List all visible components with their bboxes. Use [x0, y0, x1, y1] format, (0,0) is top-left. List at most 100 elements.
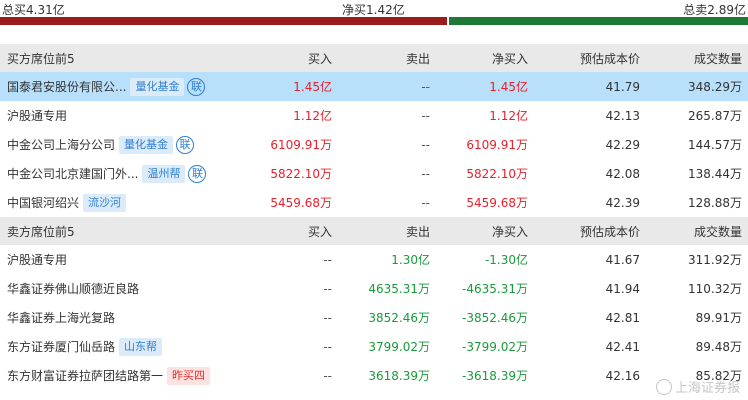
buy-value: --: [323, 339, 332, 354]
summary-bar: 总买4.31亿 净买1.42亿 总卖2.89亿: [0, 0, 748, 26]
header-buy-seats: 买方席位前5: [0, 44, 228, 72]
header-cost: 预估成本价: [534, 44, 646, 72]
buy-value: 1.45亿: [228, 72, 338, 101]
volume-value: 89.48万: [695, 340, 742, 354]
seat-tag[interactable]: 山东帮: [119, 337, 163, 356]
volume-value: 265.87万: [688, 109, 742, 123]
header-volume: 成交数量: [646, 44, 748, 72]
seat-tag[interactable]: 温州帮: [142, 164, 186, 183]
net-buy-label: 净买1.42亿: [342, 3, 405, 17]
sell-value: --: [421, 195, 430, 210]
sell-value: --: [338, 72, 436, 101]
buy-value: --: [323, 252, 332, 267]
seat-tag[interactable]: 流沙河: [83, 193, 127, 212]
linked-seat-icon[interactable]: 联: [176, 135, 195, 154]
sell-section-header: 卖方席位前5 买入 卖出 净买入 预估成本价 成交数量: [0, 217, 748, 245]
buy-value: --: [323, 310, 332, 325]
cost-value: 42.13: [605, 108, 640, 123]
table-row[interactable]: 华鑫证券上海光复路 -- 3852.46万 -3852.46万 42.81 89…: [0, 303, 748, 332]
sell-value: 3618.39万: [368, 369, 430, 383]
seat-tag[interactable]: 量化基金: [130, 77, 185, 96]
sell-value: 3799.02万: [368, 340, 430, 354]
header-sell-seats: 卖方席位前5: [0, 217, 228, 245]
volume-value: 89.91万: [695, 311, 742, 325]
linked-seat-icon[interactable]: 联: [187, 77, 206, 96]
net-value: -3618.39万: [462, 369, 528, 383]
sell-value: --: [421, 108, 430, 123]
cost-value: 42.08: [605, 166, 640, 181]
volume-value: 348.29万: [646, 72, 748, 101]
buy-value: 1.12亿: [293, 109, 332, 123]
linked-seat-icon[interactable]: 联: [188, 164, 207, 183]
volume-value: 311.92万: [688, 253, 742, 267]
cost-value: 42.81: [605, 310, 640, 325]
seat-tag[interactable]: 昨买四: [167, 366, 211, 385]
net-value: -1.30亿: [484, 253, 528, 267]
volume-value: 110.32万: [688, 282, 742, 296]
volume-value: 128.88万: [688, 196, 742, 210]
cost-value: 42.29: [605, 137, 640, 152]
header-buy: 买入: [228, 217, 338, 245]
cost-value: 41.67: [605, 252, 640, 267]
seat-name[interactable]: 中金公司上海分公司: [7, 136, 115, 153]
watermark: 上海证券报: [655, 377, 740, 396]
cost-value: 42.16: [605, 368, 640, 383]
watermark-text: 上海证券报: [674, 381, 740, 396]
seat-name[interactable]: 沪股通专用: [7, 251, 67, 268]
table-row[interactable]: 中金公司北京建国门外... 温州帮联 5822.10万 -- 5822.10万 4…: [0, 159, 748, 188]
buy-sell-ratio-bar: [0, 17, 748, 25]
sell-value: --: [421, 166, 430, 181]
net-value: -3799.02万: [462, 340, 528, 354]
net-value: 5459.68万: [466, 196, 528, 210]
buy-value: 5822.10万: [270, 167, 332, 181]
table-row[interactable]: 华鑫证券佛山顺德近良路 -- 4635.31万 -4635.31万 41.94 …: [0, 274, 748, 303]
sell-value: 1.30亿: [391, 253, 430, 267]
cost-value: 41.94: [605, 281, 640, 296]
header-cost: 预估成本价: [534, 217, 646, 245]
cost-value: 42.41: [605, 339, 640, 354]
table-row[interactable]: 东方证券厦门仙岳路 山东帮 -- 3799.02万 -3799.02万 42.41…: [0, 332, 748, 361]
header-sell: 卖出: [338, 44, 436, 72]
volume-value: 144.57万: [688, 138, 742, 152]
volume-value: 138.44万: [688, 167, 742, 181]
sell-value: 3852.46万: [368, 311, 430, 325]
seat-name[interactable]: 东方财富证券拉萨团结路第一: [7, 367, 163, 384]
seat-tag[interactable]: 量化基金: [119, 135, 174, 154]
sell-value: 4635.31万: [368, 282, 430, 296]
header-net: 净买入: [436, 217, 534, 245]
seat-name[interactable]: 中金公司北京建国门外...: [7, 165, 138, 182]
buy-value: --: [323, 368, 332, 383]
table-row[interactable]: 沪股通专用 1.12亿 -- 1.12亿 42.13 265.87万: [0, 101, 748, 130]
seat-name[interactable]: 国泰君安股份有限公...: [7, 78, 126, 95]
header-sell: 卖出: [338, 217, 436, 245]
seat-name[interactable]: 沪股通专用: [7, 107, 67, 124]
net-value: -3852.46万: [462, 311, 528, 325]
watermark-logo-icon: [655, 378, 672, 395]
header-buy: 买入: [228, 44, 338, 72]
buy-value: --: [323, 281, 332, 296]
seat-name[interactable]: 中国银河绍兴: [7, 194, 79, 211]
net-value: 5822.10万: [466, 167, 528, 181]
buy-portion-bar: [0, 17, 448, 25]
seat-name[interactable]: 华鑫证券佛山顺德近良路: [7, 280, 139, 297]
net-value: -4635.31万: [462, 282, 528, 296]
sell-portion-bar: [447, 17, 748, 25]
seats-table: 买方席位前5 买入 卖出 净买入 预估成本价 成交数量 国泰君安股份有限公...…: [0, 44, 748, 390]
cost-value: 41.79: [534, 72, 646, 101]
header-volume: 成交数量: [646, 217, 748, 245]
buy-section-header: 买方席位前5 买入 卖出 净买入 预估成本价 成交数量: [0, 44, 748, 72]
table-row[interactable]: 东方财富证券拉萨团结路第一 昨买四 -- 3618.39万 -3618.39万 4…: [0, 361, 748, 390]
net-value: 1.45亿: [436, 72, 534, 101]
header-net: 净买入: [436, 44, 534, 72]
seat-name[interactable]: 华鑫证券上海光复路: [7, 309, 115, 326]
table-row[interactable]: 国泰君安股份有限公... 量化基金联 1.45亿 -- 1.45亿 41.79 3…: [0, 72, 748, 101]
table-row[interactable]: 沪股通专用 -- 1.30亿 -1.30亿 41.67 311.92万: [0, 245, 748, 274]
total-buy-label: 总买4.31亿: [2, 3, 65, 17]
net-value: 1.12亿: [489, 109, 528, 123]
seat-name[interactable]: 东方证券厦门仙岳路: [7, 338, 115, 355]
table-row[interactable]: 中国银河绍兴 流沙河 5459.68万 -- 5459.68万 42.39 128…: [0, 188, 748, 217]
cost-value: 42.39: [605, 195, 640, 210]
table-row[interactable]: 中金公司上海分公司 量化基金联 6109.91万 -- 6109.91万 42.2…: [0, 130, 748, 159]
buy-value: 5459.68万: [270, 196, 332, 210]
buy-value: 6109.91万: [270, 138, 332, 152]
